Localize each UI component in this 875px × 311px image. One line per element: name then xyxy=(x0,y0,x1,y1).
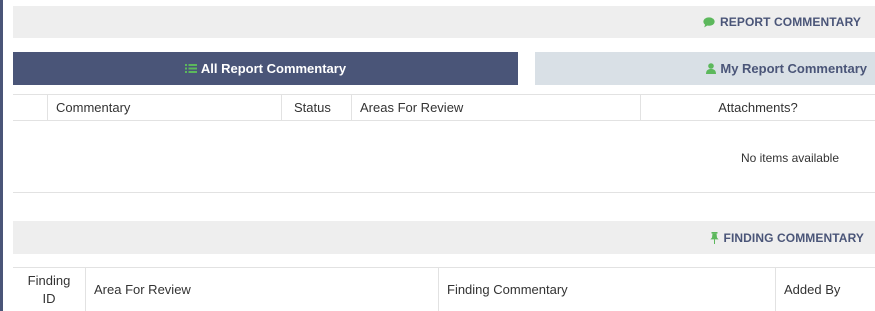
column-header-added-by[interactable]: Added By xyxy=(775,268,875,311)
report-commentary-header: REPORT COMMENTARY xyxy=(13,6,875,38)
finding-commentary-grid-header: Finding ID Area For Review Finding Comme… xyxy=(13,267,875,311)
comment-icon xyxy=(703,16,715,28)
list-icon xyxy=(184,63,197,74)
select-column-header[interactable] xyxy=(13,95,47,120)
no-items-message: No items available xyxy=(740,151,839,165)
column-header-finding-commentary[interactable]: Finding Commentary xyxy=(438,268,775,311)
tab-my-report-commentary-label: My Report Commentary xyxy=(720,61,867,76)
report-commentary-title: REPORT COMMENTARY xyxy=(719,15,861,29)
left-edge-rule xyxy=(0,0,3,311)
column-header-areas-for-review[interactable]: Areas For Review xyxy=(351,95,640,120)
column-header-area-for-review[interactable]: Area For Review xyxy=(85,268,438,311)
column-header-attachments[interactable]: Attachments? xyxy=(640,95,875,120)
finding-commentary-header: FINDING COMMENTARY xyxy=(13,221,875,254)
tab-all-report-commentary[interactable]: All Report Commentary xyxy=(13,52,518,85)
tab-my-report-commentary[interactable]: My Report Commentary xyxy=(535,52,875,85)
tab-all-report-commentary-label: All Report Commentary xyxy=(200,61,347,76)
report-commentary-empty-state: No items available xyxy=(13,121,875,193)
user-icon xyxy=(706,63,717,74)
column-header-status[interactable]: Status xyxy=(281,95,351,120)
finding-commentary-title: FINDING COMMENTARY xyxy=(723,230,864,245)
column-header-commentary[interactable]: Commentary xyxy=(47,95,281,120)
column-header-finding-id[interactable]: Finding ID xyxy=(13,268,85,311)
pin-icon xyxy=(709,231,719,244)
report-commentary-grid-header: Commentary Status Areas For Review Attac… xyxy=(13,94,875,121)
